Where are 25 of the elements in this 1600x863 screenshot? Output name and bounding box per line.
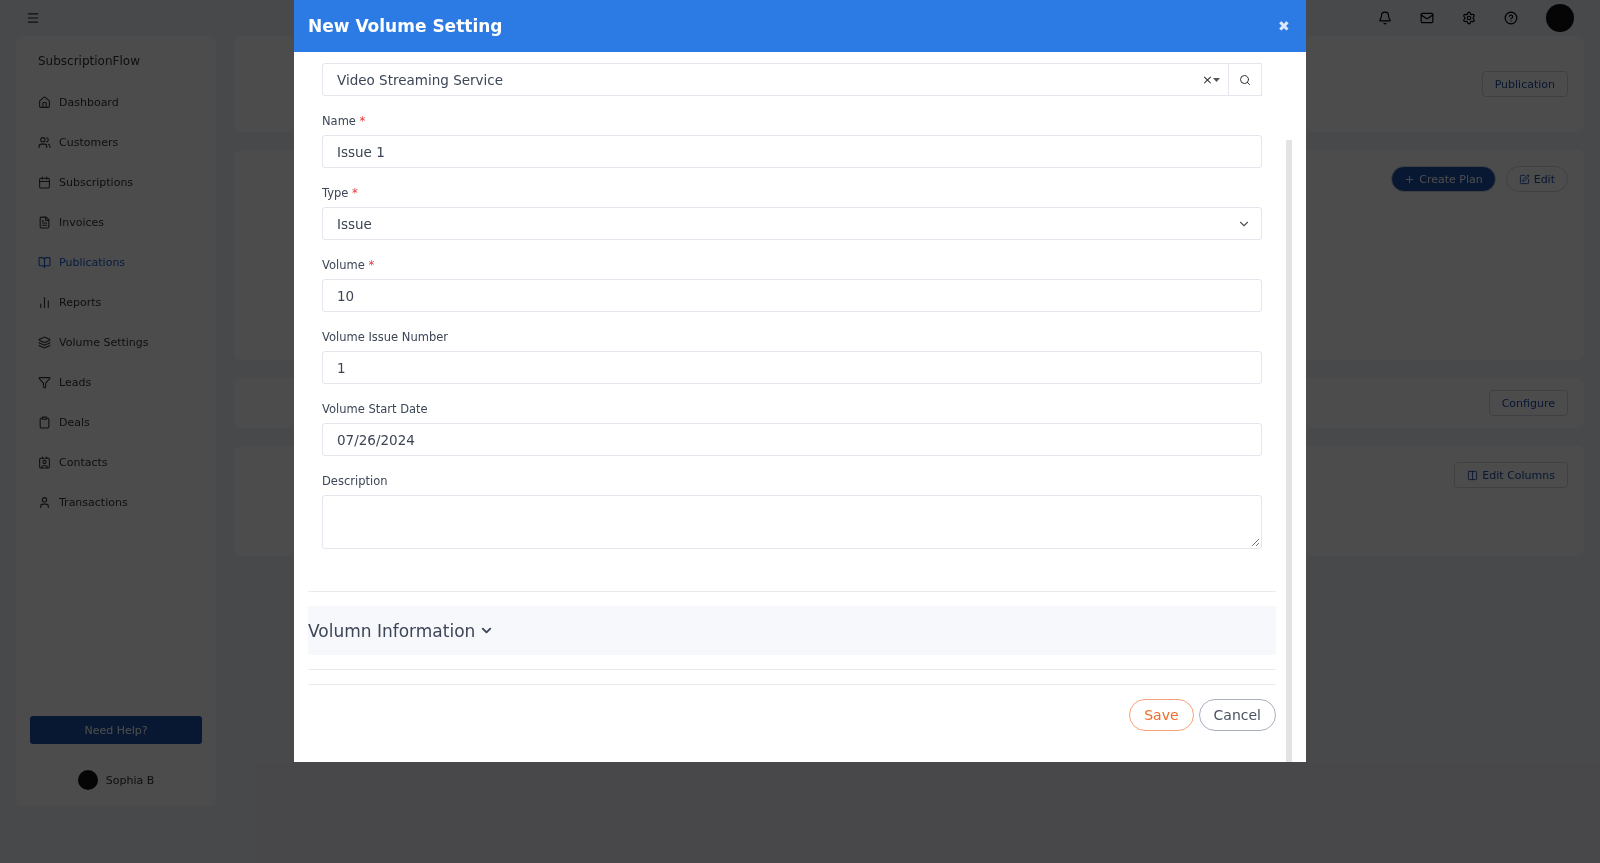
- save-button[interactable]: Save: [1129, 699, 1194, 731]
- brand-name: SubscriptionFlow: [37, 53, 141, 70]
- section-toggle[interactable]: Volumn Information: [308, 606, 1276, 655]
- field-label: Volume Start Date: [322, 402, 429, 416]
- field-label: Description: [322, 474, 389, 488]
- field-label: Type *: [322, 186, 359, 200]
- field-label: Name *: [322, 114, 367, 128]
- cancel-button[interactable]: Cancel: [1198, 699, 1276, 731]
- product-select[interactable]: Video Streaming Service ×: [322, 63, 1229, 96]
- field-label: Volume Issue Number: [322, 330, 450, 344]
- input-field[interactable]: 1: [322, 351, 1262, 384]
- modal-title: New Volume Setting: [308, 16, 503, 36]
- scrollbar[interactable]: [1286, 140, 1292, 762]
- input-field[interactable]: 10: [322, 279, 1262, 312]
- input-field[interactable]: 07/26/2024: [322, 423, 1262, 456]
- type-select[interactable]: Issue: [322, 207, 1262, 240]
- caret-icon: [1213, 77, 1220, 82]
- resize-grip-icon: [1251, 538, 1259, 546]
- search-icon: [1239, 73, 1251, 86]
- user-name: Sophia B: [105, 773, 155, 787]
- input-field[interactable]: Issue 1: [322, 135, 1262, 168]
- description-field[interactable]: [322, 495, 1262, 549]
- search-button[interactable]: [1229, 63, 1262, 96]
- field-label: Volume *: [322, 258, 376, 272]
- close-button[interactable]: ✖: [1278, 18, 1290, 34]
